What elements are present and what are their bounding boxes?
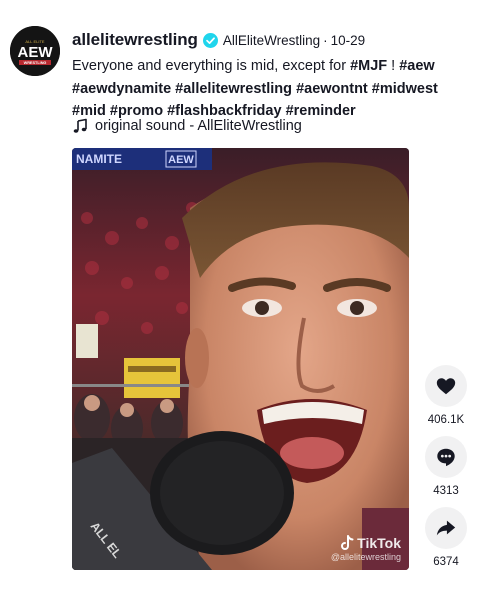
share-arrow-icon — [436, 520, 456, 536]
comment-bubble-icon — [437, 448, 455, 467]
hashtag-link[interactable]: #allelitewrestling — [175, 81, 292, 97]
post-caption: Everyone and everything is mid, except f… — [72, 55, 464, 123]
comment-action: 4313 — [424, 436, 468, 497]
hashtag-link[interactable]: #flashbackfriday — [167, 103, 281, 119]
video-player[interactable]: NAMITE AEW ALL EL TikTok @allelitewrestl… — [72, 148, 409, 570]
share-action: 6374 — [424, 507, 468, 568]
hashtag-link[interactable]: #reminder — [286, 103, 356, 119]
comment-count: 4313 — [433, 485, 459, 497]
avatar-logo-text: AEW — [18, 44, 54, 61]
tiktok-logo-icon — [341, 535, 354, 550]
caption-text: ! — [387, 58, 400, 74]
author-username[interactable]: allelitewrestling — [72, 30, 198, 50]
sound-title: original sound - AllEliteWrestling — [95, 118, 302, 134]
hashtag-link[interactable]: #midwest — [372, 81, 438, 97]
comment-button[interactable] — [425, 436, 467, 478]
hashtag-link[interactable]: #aew — [399, 58, 434, 74]
like-button[interactable] — [425, 365, 467, 407]
hashtag-link[interactable]: #mid — [72, 103, 106, 119]
caption-text: Everyone and everything is mid, except f… — [72, 58, 351, 74]
watermark-brand: TikTok — [357, 535, 401, 551]
avatar-bottom-text: WRESTLING — [24, 61, 47, 65]
hashtag-link[interactable]: #aewdynamite — [72, 81, 171, 97]
profile-avatar[interactable]: ALL ELITE AEW WRESTLING — [10, 26, 60, 76]
verified-badge-icon — [202, 32, 218, 48]
video-frame: NAMITE AEW ALL EL — [72, 148, 409, 570]
banner-logo-text: AEW — [168, 154, 194, 166]
share-count: 6374 — [433, 556, 459, 568]
hashtag-link[interactable]: #aewontnt — [296, 81, 368, 97]
music-note-icon — [72, 118, 88, 134]
separator-dot: · — [323, 32, 328, 48]
heart-icon — [436, 378, 456, 395]
like-action: 406.1K — [424, 365, 468, 426]
hashtag-link[interactable]: #promo — [110, 103, 163, 119]
sound-link[interactable]: original sound - AllEliteWrestling — [72, 118, 302, 134]
aew-logo-icon: ALL ELITE AEW WRESTLING — [10, 26, 60, 76]
action-bar: 406.1K 4313 6374 — [424, 365, 468, 578]
post-header: allelitewrestling AllEliteWrestling · 10… — [72, 29, 471, 123]
banner-partial-text: NAMITE — [76, 152, 122, 166]
share-button[interactable] — [425, 507, 467, 549]
tiktok-watermark: TikTok @allelitewrestling — [331, 535, 401, 562]
author-nickname[interactable]: AllEliteWrestling — [223, 33, 320, 48]
author-row: allelitewrestling AllEliteWrestling · 10… — [72, 29, 471, 51]
post-date: 10-29 — [330, 32, 366, 48]
hashtag-link[interactable]: #MJF — [350, 58, 387, 74]
like-count: 406.1K — [427, 414, 465, 426]
watermark-handle: @allelitewrestling — [330, 552, 401, 562]
